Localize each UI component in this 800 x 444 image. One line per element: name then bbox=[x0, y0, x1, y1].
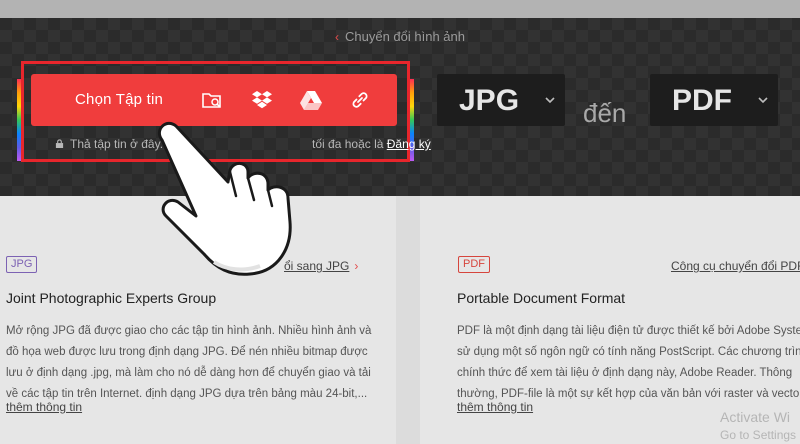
description-line: Mở rộng JPG đã được giao cho các tập tin… bbox=[6, 325, 372, 337]
pdf-card-title: Portable Document Format bbox=[457, 290, 626, 306]
watermark-line1: Activate Wi bbox=[720, 409, 791, 425]
choose-file-label: Chọn Tập tin bbox=[75, 91, 164, 108]
jpg-badge: JPG bbox=[6, 256, 38, 273]
pdf-badge: PDF bbox=[458, 256, 490, 273]
pdf-more-info-link[interactable]: thêm thông tin bbox=[457, 400, 533, 414]
jpg-more-info-link[interactable]: thêm thông tin bbox=[6, 400, 82, 414]
pdf-converter-link[interactable]: Công cụ chuyển đổi PDF› bbox=[671, 259, 800, 273]
folder-search-icon[interactable] bbox=[200, 88, 224, 112]
card-divider bbox=[396, 196, 420, 444]
jpg-card-description: Mở rộng JPG đã được giao cho các tập tin… bbox=[6, 321, 371, 405]
description-line: chính thức để xem tài liệu ở định dạng n… bbox=[457, 367, 793, 379]
lock-icon bbox=[55, 139, 64, 148]
hint-text-after: tối đa hoặc là bbox=[312, 137, 384, 151]
to-format-label: PDF bbox=[672, 84, 732, 117]
chevron-right-icon: › bbox=[354, 259, 359, 273]
top-strip bbox=[0, 0, 800, 18]
pdf-card-description: PDF là một định dạng tài liệu điện tử đư… bbox=[457, 321, 800, 405]
pdf-converter-link-label: Công cụ chuyển đổi PDF bbox=[671, 259, 800, 273]
description-line: lưu ở định dạng .jpg, mà làm cho nó dễ d… bbox=[6, 367, 371, 379]
register-link[interactable]: Đăng ký bbox=[387, 137, 431, 151]
description-line: sử dụng một số ngôn ngữ có tính năng Pos… bbox=[457, 346, 800, 358]
google-drive-icon[interactable] bbox=[299, 88, 323, 112]
activation-watermark: Activate Wi Go to Settings bbox=[720, 408, 796, 444]
from-format-label: JPG bbox=[459, 84, 520, 117]
to-format-select[interactable]: PDF bbox=[650, 74, 778, 126]
from-format-select[interactable]: JPG bbox=[437, 74, 565, 126]
description-line: PDF là một định dạng tài liệu điện tử đư… bbox=[457, 325, 800, 337]
chevron-down-icon bbox=[758, 97, 768, 104]
back-link[interactable]: ‹ Chuyển đổi hình ảnh bbox=[0, 29, 800, 44]
chevron-left-icon: ‹ bbox=[335, 30, 339, 44]
back-link-label: Chuyển đổi hình ảnh bbox=[345, 29, 465, 44]
chevron-down-icon bbox=[545, 97, 555, 104]
jpg-card-title: Joint Photographic Experts Group bbox=[6, 290, 217, 306]
pointing-hand-icon bbox=[157, 121, 292, 276]
dropbox-icon[interactable] bbox=[250, 88, 274, 112]
description-line: đồ họa web được lưu trong định dạng JPG.… bbox=[6, 346, 368, 358]
link-icon[interactable] bbox=[348, 88, 372, 112]
watermark-line2: Go to Settings bbox=[720, 428, 797, 442]
to-word: đến bbox=[583, 98, 627, 128]
